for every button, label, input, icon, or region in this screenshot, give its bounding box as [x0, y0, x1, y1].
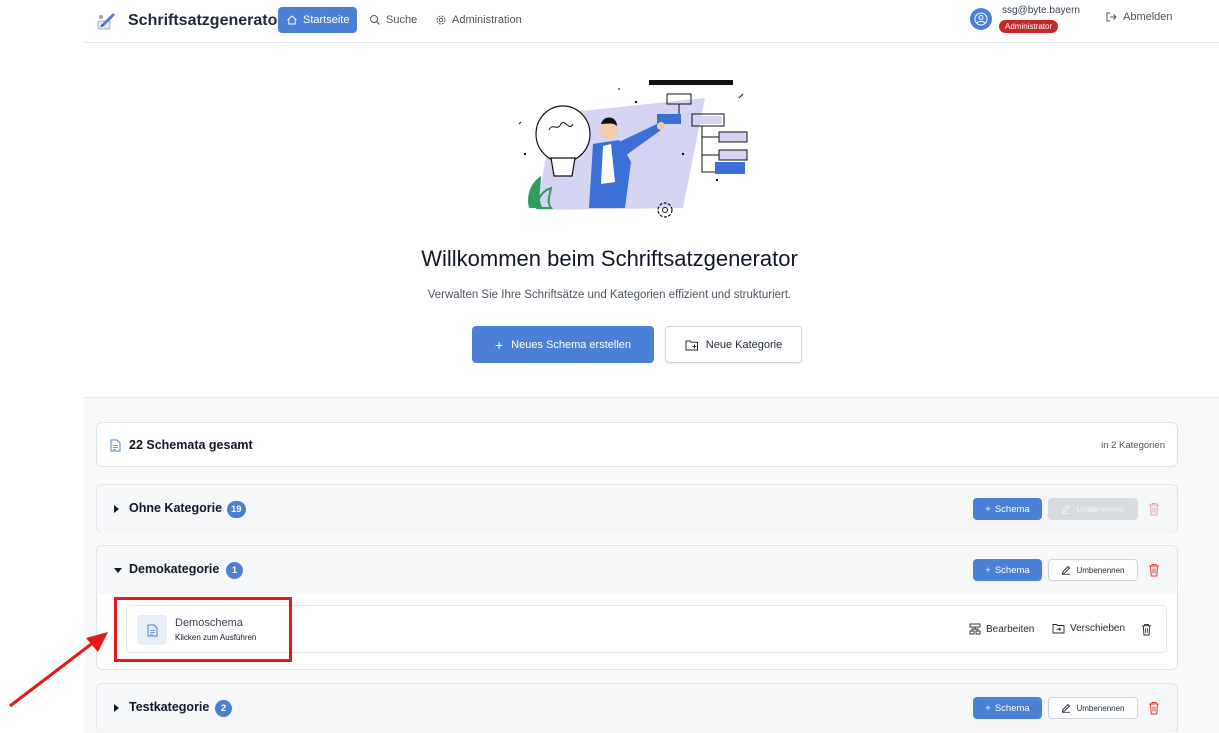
add-schema-button[interactable]: + Schema	[973, 498, 1042, 520]
schema-name: Demoschema	[175, 617, 243, 629]
nav-home-label: Startseite	[303, 14, 350, 26]
collapse-chevron-icon[interactable]	[114, 568, 122, 573]
user-avatar[interactable]	[970, 8, 992, 30]
pencil-icon	[1062, 504, 1071, 514]
rename-label: Umbenennen	[1076, 504, 1125, 514]
schemas-summary-card: 22 Schemata gesamt in 2 Kategorien	[96, 422, 1178, 467]
add-schema-button[interactable]: + Schema	[973, 697, 1042, 719]
new-schema-label: Neues Schema erstellen	[511, 338, 632, 351]
categories-total: in 2 Kategorien	[1101, 440, 1165, 451]
home-icon	[287, 15, 297, 25]
pencil-icon	[1062, 565, 1071, 575]
rename-category-button[interactable]: Umbenennen	[1048, 697, 1138, 719]
plus-icon: +	[494, 336, 504, 353]
rename-label: Umbenennen	[1076, 565, 1125, 575]
edit-schema-button[interactable]: Bearbeiten	[969, 623, 1034, 635]
user-icon	[974, 12, 988, 26]
search-icon	[370, 15, 380, 25]
expand-chevron-icon[interactable]	[114, 704, 119, 712]
new-schema-button[interactable]: + Neues Schema erstellen	[472, 326, 654, 363]
category-name: Testkategorie	[129, 700, 210, 714]
logout-button[interactable]: Abmelden	[1105, 11, 1173, 23]
category-count-badge: 1	[226, 562, 243, 579]
user-email: ssg@byte.bayern	[1002, 5, 1080, 16]
delete-category-trash-icon[interactable]	[1148, 563, 1160, 577]
document-icon	[110, 439, 121, 452]
header-divider	[84, 42, 1219, 43]
delete-category-trash-icon[interactable]	[1148, 701, 1160, 715]
top-navigation: Schriftsatzgenerator Startseite Suche Ad…	[0, 0, 1219, 43]
move-schema-button[interactable]: Verschieben	[1052, 623, 1125, 634]
delete-category-trash-icon[interactable]	[1148, 502, 1160, 516]
new-category-label: Neue Kategorie	[705, 338, 783, 351]
schemas-total: 22 Schemata gesamt	[129, 438, 253, 452]
category-header[interactable]: Ohne Kategorie 19 + Schema Umbenennen	[97, 485, 1177, 533]
move-label: Verschieben	[1070, 623, 1126, 634]
delete-schema-trash-icon[interactable]	[1141, 623, 1152, 636]
rename-category-button: Umbenennen	[1048, 498, 1138, 520]
plus-icon: +	[985, 702, 991, 714]
schema-icon-box	[137, 615, 167, 645]
plus-icon: +	[985, 564, 991, 576]
category-name: Demokategorie	[129, 562, 220, 576]
category-name: Ohne Kategorie	[129, 501, 223, 515]
app-title[interactable]: Schriftsatzgenerator	[128, 12, 284, 30]
nav-search-link[interactable]: Suche	[369, 7, 417, 33]
category-card: Demokategorie 1 + Schema Umbenennen Demo…	[96, 545, 1178, 670]
logout-label: Abmelden	[1123, 11, 1173, 23]
category-card: Ohne Kategorie 19 + Schema Umbenennen	[96, 484, 1178, 533]
rename-category-button[interactable]: Umbenennen	[1048, 559, 1138, 581]
flowchart-icon	[969, 623, 981, 635]
role-badge: Administrator	[999, 20, 1059, 33]
gear-icon	[436, 15, 446, 25]
nav-admin-link[interactable]: Administration	[435, 7, 522, 33]
plus-icon: +	[985, 503, 991, 515]
hero-illustration	[518, 80, 748, 218]
schema-hint: Klicken zum Ausführen	[175, 633, 257, 642]
folder-move-icon	[1052, 624, 1065, 634]
nav-home-button[interactable]: Startseite	[278, 7, 358, 33]
add-schema-label: Schema	[994, 503, 1030, 515]
app-logo-icon	[97, 13, 115, 30]
category-header[interactable]: Demokategorie 1 + Schema Umbenennen	[97, 546, 1177, 594]
category-count-badge: 19	[227, 501, 246, 518]
hero-subtitle: Verwalten Sie Ihre Schriftsätze und Kate…	[427, 289, 792, 301]
schema-list-item[interactable]: Demoschema Klicken zum Ausführen Bearbei…	[126, 605, 1167, 653]
new-category-button[interactable]: Neue Kategorie	[665, 326, 802, 363]
folder-plus-icon	[685, 340, 698, 350]
add-schema-label: Schema	[994, 564, 1030, 576]
hero-title: Willkommen beim Schriftsatzgenerator	[421, 246, 798, 271]
edit-label: Bearbeiten	[986, 623, 1035, 635]
add-schema-button[interactable]: + Schema	[973, 559, 1042, 581]
logout-icon	[1106, 12, 1117, 22]
document-icon	[147, 624, 157, 636]
nav-search-label: Suche	[386, 14, 418, 26]
category-card: Testkategorie 2 + Schema Umbenennen	[96, 683, 1178, 732]
nav-admin-label: Administration	[452, 14, 522, 26]
category-count-badge: 2	[215, 700, 232, 717]
add-schema-label: Schema	[994, 702, 1030, 714]
pencil-icon	[1062, 703, 1071, 713]
expand-chevron-icon[interactable]	[114, 505, 119, 513]
rename-label: Umbenennen	[1076, 703, 1125, 713]
category-header[interactable]: Testkategorie 2 + Schema Umbenennen	[97, 684, 1177, 732]
